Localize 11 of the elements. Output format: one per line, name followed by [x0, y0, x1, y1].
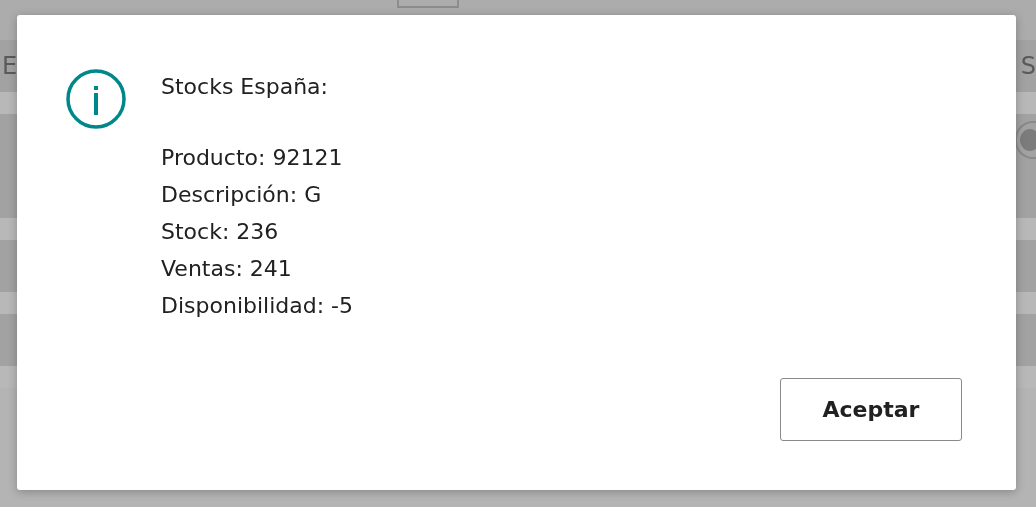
info-icon [65, 68, 127, 130]
info-line: Producto: 92121 [161, 144, 344, 172]
info-line: Disponibilidad: -5 [161, 292, 354, 320]
background-label: E [2, 54, 18, 78]
background-label: S [1020, 54, 1036, 78]
background-box [397, 0, 459, 8]
info-line: Descripción: G [161, 181, 323, 209]
accept-button[interactable]: Aceptar [780, 378, 962, 441]
dialog-title: Stocks España: [161, 73, 329, 101]
info-line: Ventas: 241 [161, 255, 293, 283]
info-line: Stock: 236 [161, 218, 280, 246]
